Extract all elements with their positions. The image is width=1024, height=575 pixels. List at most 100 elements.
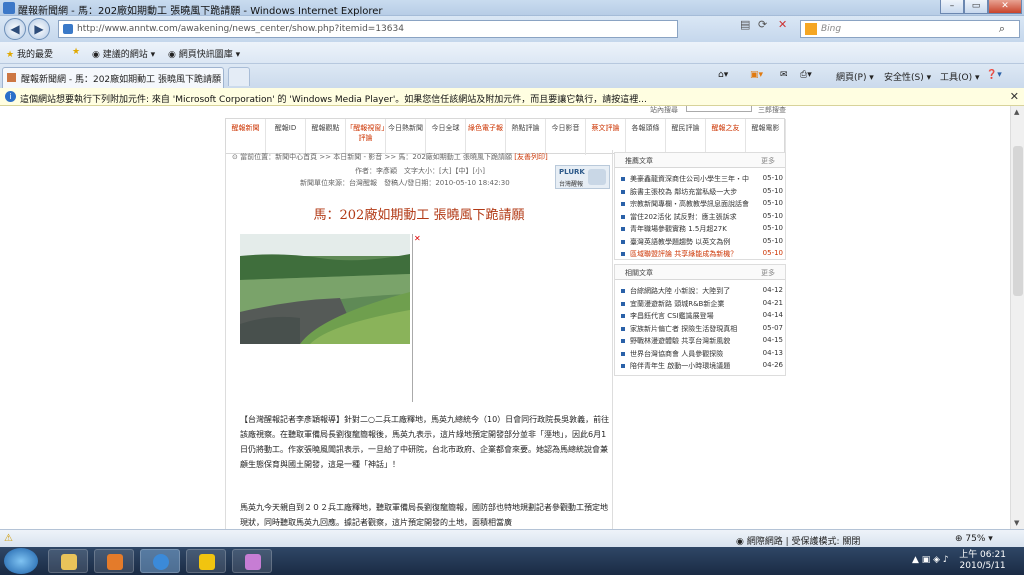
bullet-icon <box>621 227 625 231</box>
vertical-scrollbar[interactable]: ▲ ▼ <box>1010 106 1024 529</box>
page-content: 站內搜尋 三郎搜查 醒報新聞 醒報ID 醒報觀點 「醒報視窗」評論 今日熱新聞 今日全球綠… <box>0 106 1010 529</box>
new-tab-button[interactable] <box>228 67 250 86</box>
sidebar-article-date: 05-10 <box>762 211 783 220</box>
sidebar-article-link[interactable]: 李昌鈺代言 CSI鑑識展登場 04-14 <box>621 310 783 322</box>
stop-icon[interactable]: ✕ <box>778 18 787 31</box>
feeds-icon[interactable]: ▣▾ <box>750 70 763 80</box>
star-icon: ★ <box>6 50 15 60</box>
bullet-icon <box>621 301 625 306</box>
tab-current[interactable]: 醒報新聞網 - 馬：202廠如期動工 張曉風下跪請願 <box>2 67 224 88</box>
safety-menu[interactable]: 安全性(S) ▾ <box>884 70 931 83</box>
broken-image-icon: ✕ <box>414 234 421 243</box>
nav-item[interactable]: 醒報之友 <box>706 119 746 155</box>
back-button[interactable]: ◀ <box>4 18 26 40</box>
clock[interactable]: 上午 06:21 2010/5/11 <box>959 550 1006 572</box>
sidebar-article-title: 宜蘭漫遊新路 頭城R&B新企業 <box>630 299 725 308</box>
sidebar-article-link[interactable]: 臉書主張校為 鄰坊充當私級一大步 05-10 <box>621 186 783 198</box>
web-slice-label: 網頁快訊圖庫 ▾ <box>178 50 241 60</box>
favorites-button[interactable]: ★ 我的最愛 <box>6 47 53 60</box>
sidebar-article-link[interactable]: 臺灣英語教學題趨勢 以英文為例 05-10 <box>621 236 783 248</box>
bullet-icon <box>621 364 625 368</box>
related-panel: 相關文章 更多 台綜網路大陸 小新說：大陸到了 04-12 宜蘭漫遊新路 頭城R&B… <box>614 264 786 376</box>
bing-icon <box>805 23 817 35</box>
window-title: 醒報新聞網 - 馬：202廠如期動工 張曉風下跪請願 - Windows Int… <box>18 6 383 17</box>
mail-icon[interactable]: ✉ <box>780 70 788 80</box>
breadcrumb-text: 當前位置：新聞中心首頁 >> 本日新聞 - 影音 >> 馬：202廠如期動工 張… <box>240 153 513 161</box>
tools-menu[interactable]: 工具(O) ▾ <box>940 70 980 83</box>
sidebar-article-link[interactable]: 宗教新聞專欄・高教教學訊息面說話會 05-10 <box>621 198 783 210</box>
sidebar-article-link[interactable]: 當住202活化 試反對：應主張訴求 05-10 <box>621 211 783 223</box>
security-zone[interactable]: ◉ 網際網路 | 受保護模式: 關閉 <box>736 534 860 547</box>
scroll-down-icon[interactable]: ▼ <box>1014 519 1019 527</box>
ie-taskbar-button[interactable] <box>140 549 180 573</box>
web-slice-gallery[interactable]: ◉ 網頁快訊圖庫 ▾ <box>168 47 240 60</box>
media-player-icon <box>107 554 123 570</box>
sidebar-article-date: 04-12 <box>762 286 783 294</box>
plurk-title: PLURK <box>559 168 585 176</box>
sidebar-article-link[interactable]: 台綜網路大陸 小新說：大陸到了 04-12 <box>621 285 783 297</box>
plurk-button[interactable]: PLURK 台灣醒報 <box>555 165 610 189</box>
sidebar-article-date: 05-10 <box>762 224 783 232</box>
tab-favicon <box>7 73 16 82</box>
scroll-up-icon[interactable]: ▲ <box>1014 108 1019 116</box>
status-bar: ⚠ ◉ 網際網路 | 受保護模式: 關閉 ⊕ 75% ▾ <box>0 529 1024 547</box>
close-button[interactable]: ✕ <box>988 0 1022 14</box>
warning-icon[interactable]: ⚠ <box>4 533 13 544</box>
media-player-taskbar-button[interactable] <box>94 549 134 573</box>
page-menu[interactable]: 網頁(P) ▾ <box>836 70 874 83</box>
print-icon[interactable]: ⎙▾ <box>800 70 812 80</box>
search-box[interactable]: Bing ⌕ <box>800 20 1020 38</box>
suggested-sites[interactable]: ◉ 建議的網站 ▾ <box>92 47 155 60</box>
bullet-icon <box>621 177 625 181</box>
breadcrumb: ⊙ 當前位置：新聞中心首頁 >> 本日新聞 - 影音 >> 馬：202廠如期動工… <box>232 153 548 161</box>
home-icon[interactable]: ⌂▾ <box>718 70 728 80</box>
maximize-button[interactable]: ▭ <box>964 0 988 14</box>
internet-explorer-icon <box>153 554 169 570</box>
site-search-button[interactable]: 三郎搜查 <box>758 106 786 115</box>
address-field[interactable]: http://www.anntw.com/awakening/news_cent… <box>58 20 678 38</box>
zoom-control[interactable]: ⊕ 75% ▾ <box>955 534 993 544</box>
nav-item[interactable]: 醒報電影 <box>746 119 786 155</box>
related-more-link[interactable]: 更多 <box>761 268 775 278</box>
article-author: 作者：李彥穎 文字大小：[大]【中】[小] <box>355 167 485 175</box>
close-infobar-icon[interactable]: ✕ <box>1010 90 1019 103</box>
nav-item[interactable]: 各報頭條 <box>626 119 666 155</box>
refresh-icon[interactable]: ⟳ <box>758 18 767 31</box>
forward-button[interactable]: ▶ <box>28 18 50 40</box>
page-icon <box>63 24 73 34</box>
sidebar-article-link[interactable]: 青年職場參觀實務 1.5月超27K 05-10 <box>621 223 783 235</box>
nav-item[interactable]: 醒民評論 <box>666 119 706 155</box>
folder-icon <box>61 554 77 570</box>
suggested-sites-label: 建議的網站 ▾ <box>102 50 156 60</box>
explorer-taskbar-button[interactable] <box>48 549 88 573</box>
help-icon[interactable]: ❓▾ <box>986 70 1002 80</box>
related-title: 相關文章 <box>625 269 653 277</box>
sidebar-article-title: 家族新片偏亡者 探險生活發現真相 <box>630 324 738 333</box>
information-bar[interactable]: i 這個網站想要執行下列附加元件: 來自 'Microsoft Corporat… <box>0 88 1024 106</box>
warning-taskbar-button[interactable] <box>186 549 226 573</box>
add-favorite-icon[interactable]: ★ <box>72 47 80 57</box>
system-tray[interactable]: ▲ ▣ ◈ ♪ <box>912 555 949 565</box>
site-search-input[interactable] <box>686 106 752 112</box>
sidebar-article-link[interactable]: 宜蘭漫遊新路 頭城R&B新企業 04-21 <box>621 298 783 310</box>
sidebar-article-link[interactable]: 區域聯盟評論 共享綠能成為新機？ 05-10 <box>621 248 783 260</box>
taskbar: ▲ ▣ ◈ ♪ 上午 06:21 2010/5/11 <box>0 547 1024 575</box>
info-message: 這個網站想要執行下列附加元件: 來自 'Microsoft Corporatio… <box>20 95 647 105</box>
sidebar-article-link[interactable]: 野戰林漫遊體驗 共享台灣新風貌 04-15 <box>621 335 783 347</box>
sidebar-article-link[interactable]: 家族新片偏亡者 探險生活發現真相 05-07 <box>621 323 783 335</box>
scroll-thumb[interactable] <box>1013 146 1023 296</box>
sidebar-article-link[interactable]: 美豪鑫龍資深商住公司小學生三年・中 05-10 <box>621 173 783 185</box>
sidebar-article-date: 05-07 <box>762 323 783 332</box>
sidebar-article-date: 04-21 <box>762 298 783 307</box>
search-icon[interactable]: ⌕ <box>999 22 1005 36</box>
sidebar-article-link[interactable]: 世界台灣協商會 人員參觀探險 04-13 <box>621 348 783 360</box>
start-button[interactable] <box>4 548 38 574</box>
print-friendly-link[interactable]: [友善列印] <box>514 153 547 161</box>
minimize-button[interactable]: – <box>940 0 964 14</box>
sidebar-article-title: 野戰林漫遊體驗 共享台灣新風貌 <box>630 337 731 345</box>
recommended-more-link[interactable]: 更多 <box>761 156 775 166</box>
compat-view-icon[interactable]: ▤ <box>740 18 750 31</box>
sidebar-article-link[interactable]: 陪伴青年生 啟動一小時環境議題 04-26 <box>621 360 783 372</box>
paint-taskbar-button[interactable] <box>232 549 272 573</box>
recommended-panel: 推薦文章 更多 美豪鑫龍資深商住公司小學生三年・中 05-10 臉書主張校為 鄰坊充… <box>614 152 786 260</box>
